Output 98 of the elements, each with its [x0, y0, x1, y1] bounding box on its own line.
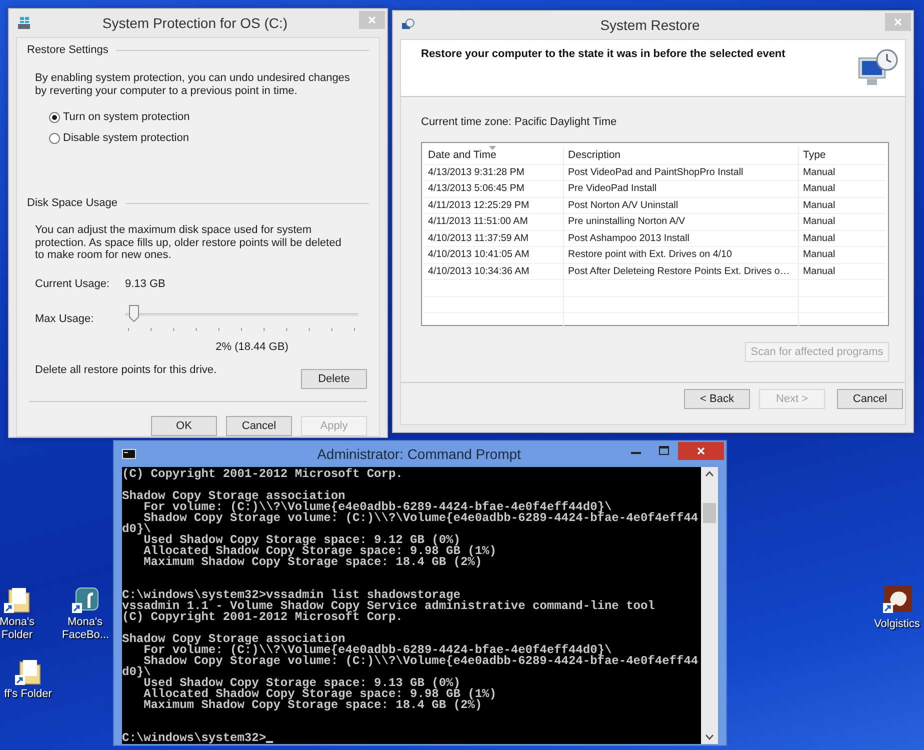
console-line: Allocated Shadow Copy Storage space: 9.98 GB (1%) [142, 546, 496, 557]
folder-shortcut-icon [3, 586, 31, 614]
table-cell: Post After Deleteing Restore Points Ext. Drives o… [564, 264, 799, 279]
animal-shortcut-icon [882, 586, 912, 616]
description-text: By enabling system protection, you can undo undesired changes by reverting your computer to a previous point in time. [34, 71, 351, 98]
scroll-down-icon[interactable] [705, 734, 714, 740]
radio-option[interactable]: Turn on system protection [49, 111, 190, 123]
group-heading: Restore Settings [27, 44, 108, 57]
field-label: Max Usage: [35, 313, 95, 326]
console-line: For volume: (C:)\\?\Volume{e4e0adbb-6289-4424-bfae-4e0f4eff44d0}\ [142, 502, 612, 513]
table-cell-text: Manual [802, 182, 836, 196]
console-line: C:\windows\system32> [122, 733, 274, 744]
console-line: d0}\ [122, 667, 151, 678]
time-zone-text: Current time zone: Pacific Daylight Time [420, 115, 618, 128]
console-line: d0}\ [122, 524, 151, 535]
table-cell: 4/10/2013 10:41:05 AM [424, 247, 564, 262]
desktop-icon-label[interactable]: Mona's FaceBo... [62, 616, 108, 642]
table-cell: 4/13/2013 5:06:45 PM [424, 181, 564, 196]
field-label: Current Usage: [35, 278, 111, 290]
table-cell: 4/11/2013 11:51:00 AM [424, 214, 564, 230]
table-cell-text: Manual [802, 215, 836, 230]
drive-icon [17, 16, 31, 30]
console-icon [122, 449, 136, 459]
close-icon [697, 447, 705, 455]
desktop-icon-label[interactable]: Mona's Folder [0, 616, 40, 642]
table-cell: Post Norton A/V Uninstall [564, 198, 799, 213]
wizard-button[interactable]: Cancel [837, 388, 903, 408]
close-icon [894, 18, 902, 26]
column-header[interactable]: Date and Time [424, 146, 564, 164]
desktop-icon-label[interactable]: ff's Folder [0, 688, 56, 701]
table-cell-text: Manual [802, 248, 836, 262]
radio-button[interactable] [49, 132, 60, 144]
description-text: You can adjust the maximum disk space used for system protection. As space fills up, older restore points will be deleted to make room for new ones. [34, 223, 342, 263]
console-line: Shadow Copy Storage volume: (C:)\\?\Volume{e4e0adbb-6289-4424-bfae-4e0f4eff44 [144, 656, 698, 667]
window-title: System Protection for OS (C:) [101, 15, 289, 31]
radio-option[interactable]: Disable system protection [49, 132, 189, 144]
usage-reading: 2% (18.44 GB) [216, 340, 288, 354]
console-line: Used Shadow Copy Storage space: 9.13 GB (0%) [144, 678, 460, 689]
console-line: Shadow Copy Storage volume: (C:)\\?\Volume{e4e0adbb-6289-4424-bfae-4e0f4eff44 [144, 513, 698, 524]
close-button[interactable] [678, 442, 724, 460]
table-cell: 4/13/2013 9:31:28 PM [424, 164, 564, 180]
console-line: vssadmin 1.1 - Volume Shadow Copy Service administrative command-line tool [122, 601, 655, 612]
dialog-button[interactable]: Cancel [226, 416, 292, 436]
table-row[interactable]: 4/10/2013 10:41:05 AM Restore point with Ext. Drives on 4/10 Manual [424, 247, 886, 264]
table-cell: 4/11/2013 12:25:29 PM [424, 198, 564, 213]
console-line: For volume: (C:)\\?\Volume{e4e0adbb-6289-4424-bfae-4e0f4eff44d0}\ [142, 645, 612, 656]
window-title: Administrator: Command Prompt [316, 446, 522, 462]
console-line: (C) Copyright 2001-2012 Microsoft Corp. [122, 469, 403, 480]
maximize-icon [659, 446, 669, 454]
group-heading: Disk Space Usage [27, 197, 118, 210]
console-line: (C) Copyright 2001-2012 Microsoft Corp. [122, 612, 403, 623]
table-row[interactable]: 4/11/2013 12:25:29 PM Post Norton A/V Uninstall Manual [424, 198, 886, 214]
table-cell-text: Manual [802, 166, 836, 180]
scroll-thumb[interactable] [703, 503, 716, 523]
console-line: Allocated Shadow Copy Storage space: 9.98 GB (1%) [142, 689, 496, 700]
scrollbar[interactable] [701, 467, 718, 744]
monitor-clock-icon [857, 48, 899, 88]
table-row[interactable]: 4/13/2013 9:31:28 PM Post VideoPad and PaintShopPro Install Manual [424, 164, 886, 181]
text-cursor [266, 741, 274, 743]
column-header[interactable]: Type [799, 146, 886, 164]
table-row[interactable]: 4/13/2013 5:06:45 PM Pre VideoPad Install Manual [424, 181, 886, 198]
column-header[interactable]: Description [564, 146, 799, 164]
usage-slider[interactable] [125, 304, 358, 322]
console-line: Shadow Copy Storage association [122, 634, 346, 645]
table-cell-text: Manual [802, 198, 836, 213]
table-cell: 4/10/2013 11:37:59 AM [424, 230, 564, 246]
restore-icon [401, 18, 415, 32]
table-cell-text: Manual [802, 264, 836, 279]
console-line: Maximum Shadow Copy Storage space: 18.4 GB (2%) [142, 700, 482, 711]
table-row[interactable]: 4/10/2013 11:37:59 AM Post Ashampoo 2013 Install Manual [424, 230, 886, 247]
table-cell: Post VideoPad and PaintShopPro Install [564, 164, 799, 180]
console-line: C:\windows\system32>vssadmin list shadowstorage [122, 590, 460, 601]
delete-button[interactable]: Delete [301, 368, 367, 388]
table-cell: Pre uninstalling Norton A/V [564, 214, 799, 230]
table-cell: Pre VideoPad Install [564, 181, 799, 196]
wizard-button[interactable]: < Back [684, 388, 750, 408]
page-heading: Restore your computer to the state it was in before the selected event [421, 48, 786, 62]
usage-value: 9.13 GB [125, 278, 166, 290]
console-line: Maximum Shadow Copy Storage space: 18.4 GB (2%) [142, 557, 482, 568]
desktop-icon-label[interactable]: Volgistics [870, 618, 924, 631]
table-cell: Restore point with Ext. Drives on 4/10 [564, 247, 799, 262]
window-title: System Restore [599, 17, 701, 33]
console-line: Used Shadow Copy Storage space: 9.12 GB (0%) [144, 535, 460, 546]
console-line: Shadow Copy Storage association [122, 491, 346, 502]
folder-shortcut-icon [14, 658, 42, 686]
slider-thumb[interactable] [129, 304, 140, 322]
table-cell-text: Manual [802, 232, 836, 246]
radio-button[interactable] [49, 112, 60, 122]
dialog-button[interactable]: OK [151, 416, 217, 436]
sort-icon [489, 146, 496, 150]
table-row[interactable]: 4/10/2013 10:34:36 AM Post After Deleteing Restore Points Ext. Drives o… Manual [424, 264, 886, 280]
scroll-up-icon[interactable] [705, 471, 714, 477]
table-cell: Post Ashampoo 2013 Install [564, 230, 799, 246]
table-row[interactable]: 4/11/2013 11:51:00 AM Pre uninstalling Norton A/V Manual [424, 214, 886, 230]
table-cell: 4/10/2013 10:34:36 AM [424, 264, 564, 279]
delete-hint: Delete all restore points for this drive. [35, 364, 217, 376]
app-shortcut-icon [71, 586, 99, 614]
close-icon [368, 16, 376, 24]
